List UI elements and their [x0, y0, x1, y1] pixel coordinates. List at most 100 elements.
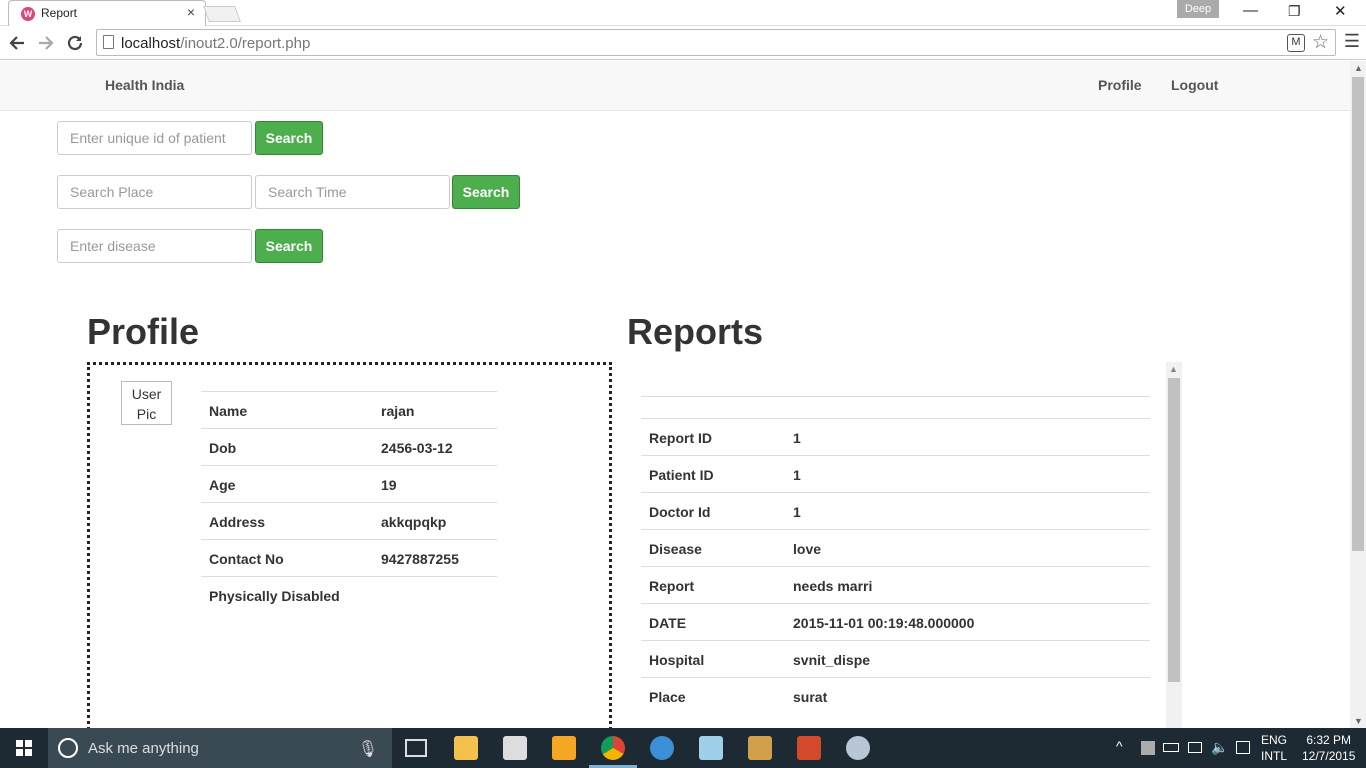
report-label: Disease — [649, 541, 702, 557]
user-pic-image: User Pic — [121, 381, 172, 425]
clock-date: 12/7/2015 — [1302, 749, 1356, 763]
close-window-icon[interactable]: ✕ — [1334, 2, 1347, 20]
profile-value: 2456-03-12 — [381, 440, 453, 456]
file-explorer-icon[interactable] — [454, 736, 478, 760]
profile-label: Physically Disabled — [209, 588, 340, 604]
report-value: svnit_dispe — [793, 652, 871, 668]
scroll-up-icon[interactable]: ▲ — [1354, 63, 1363, 73]
cortana-icon — [58, 738, 78, 758]
report-label: Hospital — [649, 652, 705, 668]
bookmark-star-icon[interactable]: ☆ — [1312, 31, 1329, 54]
restore-icon[interactable]: ❐ — [1288, 3, 1301, 20]
search-place-time-button[interactable]: Search — [452, 175, 520, 209]
profile-value: akkqpqkp — [381, 514, 447, 530]
report-row: Disease love — [641, 529, 1150, 566]
report-label: Patient ID — [649, 467, 714, 483]
browser-toolbar: localhost/inout2.0/report.php M ☆ ☰ — [0, 26, 1366, 60]
tab-title: Report — [41, 6, 78, 20]
search-place-input[interactable]: Search Place — [57, 175, 252, 209]
profile-label: Age — [209, 477, 236, 493]
action-center-icon[interactable] — [1236, 741, 1250, 754]
profile-value: rajan — [381, 403, 415, 419]
reports-scrollbar[interactable]: ▲ — [1166, 362, 1182, 728]
report-row: DATE 2015-11-01 00:19:48.000000 — [641, 603, 1150, 640]
forward-arrow-icon[interactable] — [37, 34, 55, 52]
scroll-down-icon[interactable]: ▼ — [1354, 716, 1363, 726]
tray-chevron-icon[interactable]: ^ — [1116, 738, 1123, 754]
taskbar: Ask me anything 🎙 ^ 🔈 ENG INTL 6:32 PM 12/… — [0, 728, 1366, 768]
browser-menu-icon[interactable]: ☰ — [1344, 31, 1360, 52]
keyboard-layout: INTL — [1261, 749, 1288, 763]
nav-logout-link[interactable]: Logout — [1171, 77, 1218, 93]
profile-row-dob: Dob 2456-03-12 — [201, 428, 497, 465]
browser-titlebar: W Report × Deep — ❐ ✕ — [0, 0, 1366, 26]
report-row: Doctor Id 1 — [641, 492, 1150, 529]
disease-input[interactable]: Enter disease — [57, 229, 252, 263]
unique-id-input[interactable]: Enter unique id of patient — [57, 121, 252, 155]
scroll-up-icon[interactable]: ▲ — [1169, 364, 1178, 374]
microphone-icon[interactable]: 🎙 — [358, 739, 378, 759]
profile-user-badge[interactable]: Deep — [1177, 0, 1219, 18]
report-row: Place surat — [641, 677, 1150, 714]
address-url[interactable]: localhost/inout2.0/report.php — [121, 35, 310, 52]
office-icon[interactable] — [797, 736, 821, 760]
task-view-icon[interactable] — [405, 739, 427, 757]
profile-row-address: Address akkqpqkp — [201, 502, 497, 539]
report-value: surat — [793, 689, 828, 705]
reports-panel: Report ID 1 Patient ID 1 Doctor Id 1 Diseas… — [641, 362, 1182, 728]
page-scrollbar[interactable]: ▲ ▼ — [1350, 61, 1366, 728]
profile-row-disabled: Physically Disabled — [201, 576, 497, 613]
profile-label: Dob — [209, 440, 237, 456]
back-arrow-icon[interactable] — [8, 34, 26, 52]
page-scroll-thumb[interactable] — [1352, 77, 1364, 551]
tray-app-icon[interactable] — [1141, 741, 1155, 755]
profile-heading: Profile — [87, 311, 200, 352]
search-disease-button[interactable]: Search — [255, 229, 323, 263]
report-label: Report ID — [649, 430, 712, 446]
network-icon[interactable] — [1188, 742, 1202, 753]
reload-icon[interactable] — [66, 34, 84, 52]
profile-label: Name — [209, 403, 248, 419]
reports-divider — [641, 396, 1150, 397]
report-row: Report ID 1 — [641, 418, 1150, 455]
paint-icon[interactable] — [846, 736, 870, 760]
report-value: 1 — [793, 504, 801, 520]
reports-heading: Reports — [627, 311, 764, 352]
language-indicator[interactable]: ENG INTL — [1261, 733, 1287, 763]
profile-card: User Pic Name rajan Dob 2456-03-12 Age 19 A… — [87, 362, 612, 728]
brand-link[interactable]: Health India — [105, 77, 184, 93]
reports-scroll-thumb[interactable] — [1168, 378, 1180, 682]
report-label: Doctor Id — [649, 504, 711, 520]
minimize-icon[interactable]: — — [1243, 2, 1258, 19]
search-time-input[interactable]: Search Time — [255, 175, 450, 209]
profile-value: 19 — [381, 477, 397, 493]
profile-table: Name rajan Dob 2456-03-12 Age 19 Address akk… — [201, 391, 497, 613]
new-tab-button[interactable] — [203, 6, 241, 22]
address-bar[interactable]: localhost/inout2.0/report.php M ☆ — [96, 29, 1336, 56]
page-icon — [103, 35, 114, 49]
report-label: DATE — [649, 615, 687, 631]
profile-row-age: Age 19 — [201, 465, 497, 502]
chrome-icon[interactable] — [601, 736, 625, 760]
report-row: Patient ID 1 — [641, 455, 1150, 492]
tab-close-icon[interactable]: × — [187, 4, 195, 20]
start-button[interactable] — [0, 728, 48, 768]
notes-app-icon[interactable] — [699, 736, 723, 760]
clock-time: 6:32 PM — [1306, 733, 1352, 747]
sublime-icon[interactable] — [748, 736, 772, 760]
app-icon[interactable] — [552, 736, 576, 760]
report-row: Report needs marri — [641, 566, 1150, 603]
extension-icon[interactable]: M — [1287, 34, 1305, 52]
clock[interactable]: 6:32 PM 12/7/2015 — [1302, 733, 1355, 763]
favicon-icon: W — [21, 7, 35, 21]
volume-icon[interactable]: 🔈 — [1211, 739, 1228, 756]
globe-app-icon[interactable] — [650, 736, 674, 760]
report-value: love — [793, 541, 822, 557]
search-id-button[interactable]: Search — [255, 121, 323, 155]
cortana-search-box[interactable]: Ask me anything 🎙 — [48, 728, 392, 768]
battery-icon[interactable] — [1163, 743, 1179, 752]
nav-profile-link[interactable]: Profile — [1098, 77, 1142, 93]
browser-tab[interactable]: W Report × — [8, 0, 206, 26]
store-icon[interactable] — [503, 736, 527, 760]
profile-row-name: Name rajan — [201, 391, 497, 428]
